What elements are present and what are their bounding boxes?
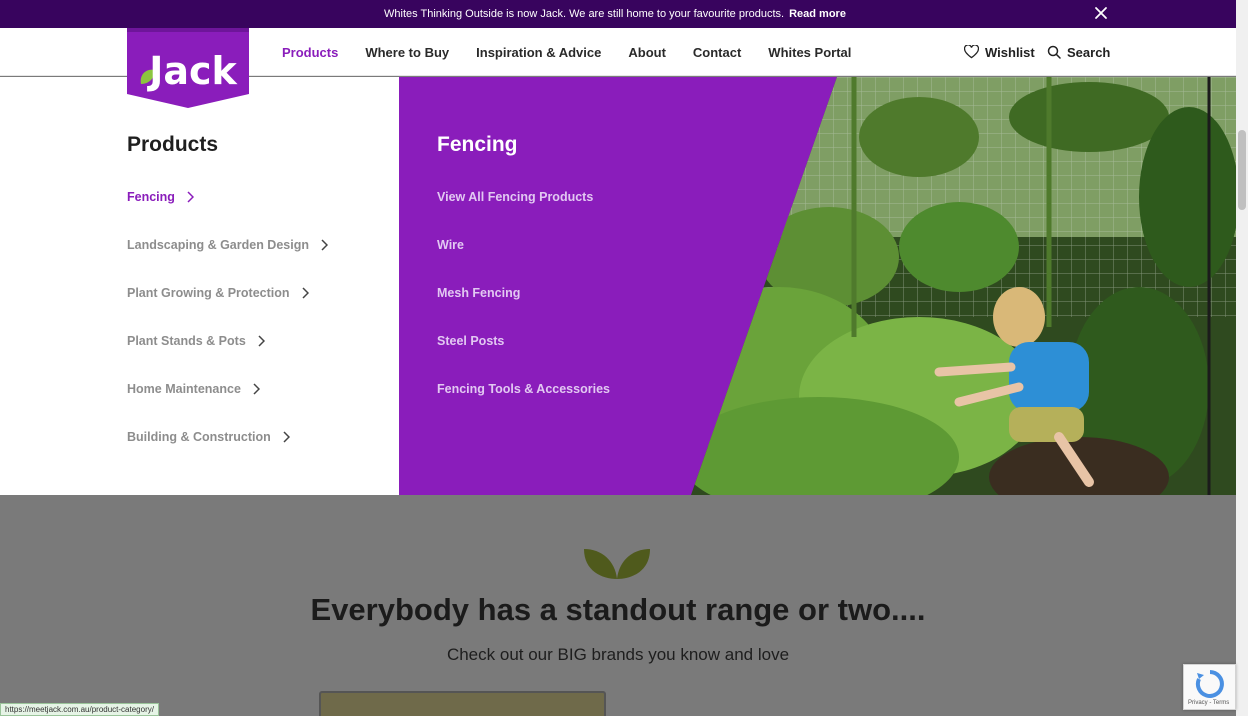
submenu-steel-posts[interactable]: Steel Posts (437, 334, 504, 348)
search-icon (1047, 45, 1061, 59)
submenu-title: Fencing (437, 133, 518, 156)
recaptcha-badge[interactable]: Privacy - Terms (1183, 664, 1236, 710)
jack-logo[interactable]: Jack (127, 28, 249, 108)
announcement-bar: Whites Thinking Outside is now Jack. We … (0, 0, 1236, 28)
chevron-right-icon (187, 191, 194, 203)
category-label: Plant Growing & Protection (127, 286, 290, 300)
nav-contact[interactable]: Contact (693, 45, 741, 60)
submenu-wire[interactable]: Wire (437, 238, 464, 252)
link-status-url: https://meetjack.com.au/product-category… (0, 703, 159, 716)
nav-about[interactable]: About (628, 45, 666, 60)
nav-where-to-buy[interactable]: Where to Buy (365, 45, 449, 60)
chevron-right-icon (301, 287, 309, 299)
menu-title: Products (127, 133, 219, 156)
category-home-maintenance[interactable]: Home Maintenance (127, 382, 260, 396)
category-landscaping[interactable]: Landscaping & Garden Design (127, 238, 328, 252)
wishlist-button[interactable]: Wishlist (964, 28, 1035, 76)
recaptcha-icon (1195, 670, 1224, 698)
brand-card-thumbnail[interactable] (319, 691, 606, 716)
wishlist-label: Wishlist (985, 44, 1035, 60)
scrollbar[interactable] (1236, 0, 1248, 716)
nav-inspiration-advice[interactable]: Inspiration & Advice (476, 45, 601, 60)
category-label: Plant Stands & Pots (127, 334, 246, 348)
submenu-view-all-fencing[interactable]: View All Fencing Products (437, 190, 593, 204)
products-menu-panel: Products Fencing Landscaping & Garden De… (0, 77, 399, 495)
category-plant-growing[interactable]: Plant Growing & Protection (127, 286, 309, 300)
brands-section: Everybody has a standout range or two...… (0, 495, 1236, 716)
nav-products[interactable]: Products (282, 45, 338, 60)
chevron-right-icon (321, 239, 328, 251)
fencing-submenu-panel: Fencing View All Fencing Products Wire M… (399, 77, 1236, 495)
read-more-link[interactable]: Read more (789, 8, 846, 20)
category-plant-stands[interactable]: Plant Stands & Pots (127, 334, 265, 348)
heart-icon (964, 45, 979, 59)
category-label: Home Maintenance (127, 382, 241, 396)
submenu-mesh-fencing[interactable]: Mesh Fencing (437, 286, 520, 300)
section-subheading: Check out our BIG brands you know and lo… (446, 645, 790, 664)
nav-whites-portal[interactable]: Whites Portal (768, 45, 851, 60)
chevron-right-icon (258, 335, 265, 347)
main-nav: Products Where to Buy Inspiration & Advi… (282, 28, 878, 76)
garden-photo (691, 77, 1236, 495)
chevron-right-icon (253, 383, 260, 395)
category-building-construction[interactable]: Building & Construction (127, 430, 290, 444)
announcement-message: Whites Thinking Outside is now Jack. We … (384, 8, 785, 20)
submenu-fencing-tools[interactable]: Fencing Tools & Accessories (437, 382, 610, 396)
category-label: Landscaping & Garden Design (127, 238, 309, 252)
category-label: Fencing (127, 190, 175, 204)
category-fencing[interactable]: Fencing (127, 190, 194, 204)
close-icon[interactable] (1094, 6, 1108, 20)
category-label: Building & Construction (127, 430, 271, 444)
search-button[interactable]: Search (1047, 28, 1110, 76)
search-label: Search (1067, 44, 1111, 60)
scrollbar-thumb[interactable] (1238, 130, 1246, 210)
leaf-icon (584, 549, 650, 579)
recaptcha-links[interactable]: Privacy - Terms (1188, 700, 1229, 706)
section-heading: Everybody has a standout range or two...… (310, 592, 926, 627)
chevron-right-icon (283, 431, 290, 443)
logo-text: Jack (146, 49, 237, 93)
